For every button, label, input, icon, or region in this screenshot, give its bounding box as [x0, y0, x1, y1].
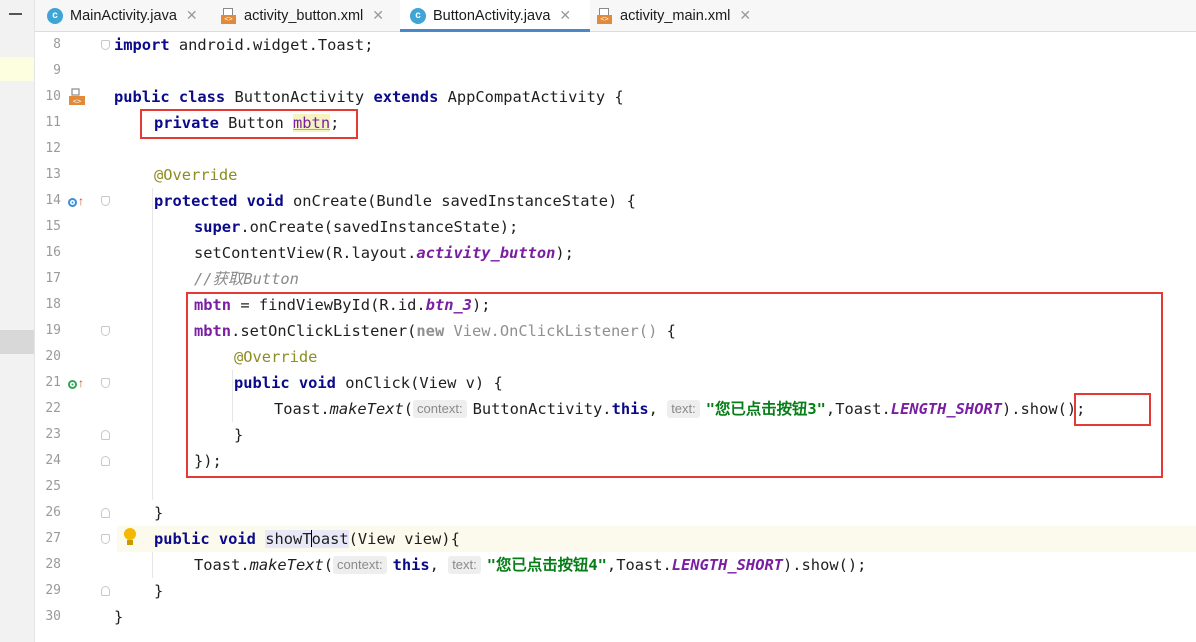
line-number: 22 [45, 401, 61, 416]
close-icon[interactable]: ✕ [186, 7, 198, 24]
line-number: 23 [45, 427, 61, 442]
line-number: 25 [45, 479, 61, 494]
tab-label: activity_button.xml [244, 7, 364, 24]
strip-selection [0, 330, 34, 354]
line-number: 14 [45, 193, 61, 208]
line-number: 24 [45, 453, 61, 468]
code-line-27: public void showToast(View view){ [154, 530, 460, 548]
line-number: 26 [45, 505, 61, 520]
line-number: 18 [45, 297, 61, 312]
annotation-box-listener [186, 292, 1163, 478]
code-line-26: } [154, 504, 164, 522]
line-number: 29 [45, 583, 61, 598]
code-line-30: } [114, 608, 124, 626]
line-number: 19 [45, 323, 61, 338]
fold-icon[interactable] [101, 326, 110, 336]
line-number: 17 [45, 271, 61, 286]
fold-icon[interactable] [101, 196, 110, 206]
code-line-29: } [154, 582, 164, 600]
line-number: 10 [45, 89, 61, 104]
code-line-28: Toast.makeText(context: this, text: "您已点击按… [194, 556, 867, 574]
fold-icon[interactable] [101, 586, 110, 596]
fold-icon[interactable] [101, 40, 110, 50]
class-marker-icon[interactable]: <> [68, 88, 86, 106]
close-icon[interactable]: ✕ [559, 7, 571, 24]
annotation-box-show [1074, 393, 1151, 426]
collapse-icon[interactable] [9, 13, 22, 15]
fold-icon[interactable] [101, 456, 110, 466]
xml-file-icon: <> [221, 7, 237, 24]
tab-activity-button-xml[interactable]: <> activity_button.xml ✕ [221, 0, 384, 31]
left-tool-strip [0, 0, 35, 642]
line-number: 9 [53, 63, 61, 78]
java-class-icon: c [410, 7, 426, 24]
line-number: 13 [45, 167, 61, 182]
java-class-icon: c [47, 7, 63, 24]
code-line-15: super.onCreate(savedInstanceState); [194, 218, 519, 236]
tab-label: activity_main.xml [620, 7, 731, 24]
line-number: 30 [45, 609, 61, 624]
editor-tab-bar: c MainActivity.java ✕ <> activity_button… [35, 0, 1196, 32]
tab-label: ButtonActivity.java [433, 7, 551, 24]
tab-main-activity-java[interactable]: c MainActivity.java ✕ [47, 0, 198, 31]
line-number: 11 [45, 115, 61, 130]
svg-text:<>: <> [73, 98, 81, 106]
line-number: 27 [45, 531, 61, 546]
line-number: 20 [45, 349, 61, 364]
tab-activity-main-xml[interactable]: <> activity_main.xml ✕ [597, 0, 751, 31]
implements-method-icon[interactable]: ↑ [68, 376, 88, 390]
override-method-icon[interactable]: ↑ [68, 194, 88, 208]
close-icon[interactable]: ✕ [372, 7, 384, 24]
fold-icon[interactable] [101, 534, 110, 544]
fold-icon[interactable] [101, 378, 110, 388]
editor-gutter: 8 9 10 11 12 13 14 15 16 17 18 19 20 21 … [35, 32, 117, 642]
method-name-showtoast[interactable]: showToast [265, 530, 349, 548]
fold-icon[interactable] [101, 508, 110, 518]
parameter-hint: text: [448, 556, 481, 574]
xml-file-icon: <> [597, 7, 613, 24]
line-number: 28 [45, 557, 61, 572]
line-number: 12 [45, 141, 61, 156]
line-number: 15 [45, 219, 61, 234]
code-line-16: setContentView(R.layout.activity_button)… [194, 244, 574, 262]
code-line-17: //获取Button [194, 270, 299, 288]
code-line-8: import android.widget.Toast; [114, 36, 374, 54]
tab-label: MainActivity.java [70, 7, 177, 24]
line-number: 16 [45, 245, 61, 260]
code-line-13: @Override [154, 166, 238, 184]
strip-highlight [0, 57, 34, 81]
line-number: 21 [45, 375, 61, 390]
line-number: 8 [53, 37, 61, 52]
annotation-box-field [140, 109, 358, 139]
parameter-hint: context: [333, 556, 387, 574]
close-icon[interactable]: ✕ [739, 7, 751, 24]
code-line-14: protected void onCreate(Bundle savedInst… [154, 192, 636, 210]
tab-button-activity-java[interactable]: c ButtonActivity.java ✕ [400, 0, 590, 32]
fold-icon[interactable] [101, 430, 110, 440]
code-line-10: public class ButtonActivity extends AppC… [114, 88, 624, 106]
